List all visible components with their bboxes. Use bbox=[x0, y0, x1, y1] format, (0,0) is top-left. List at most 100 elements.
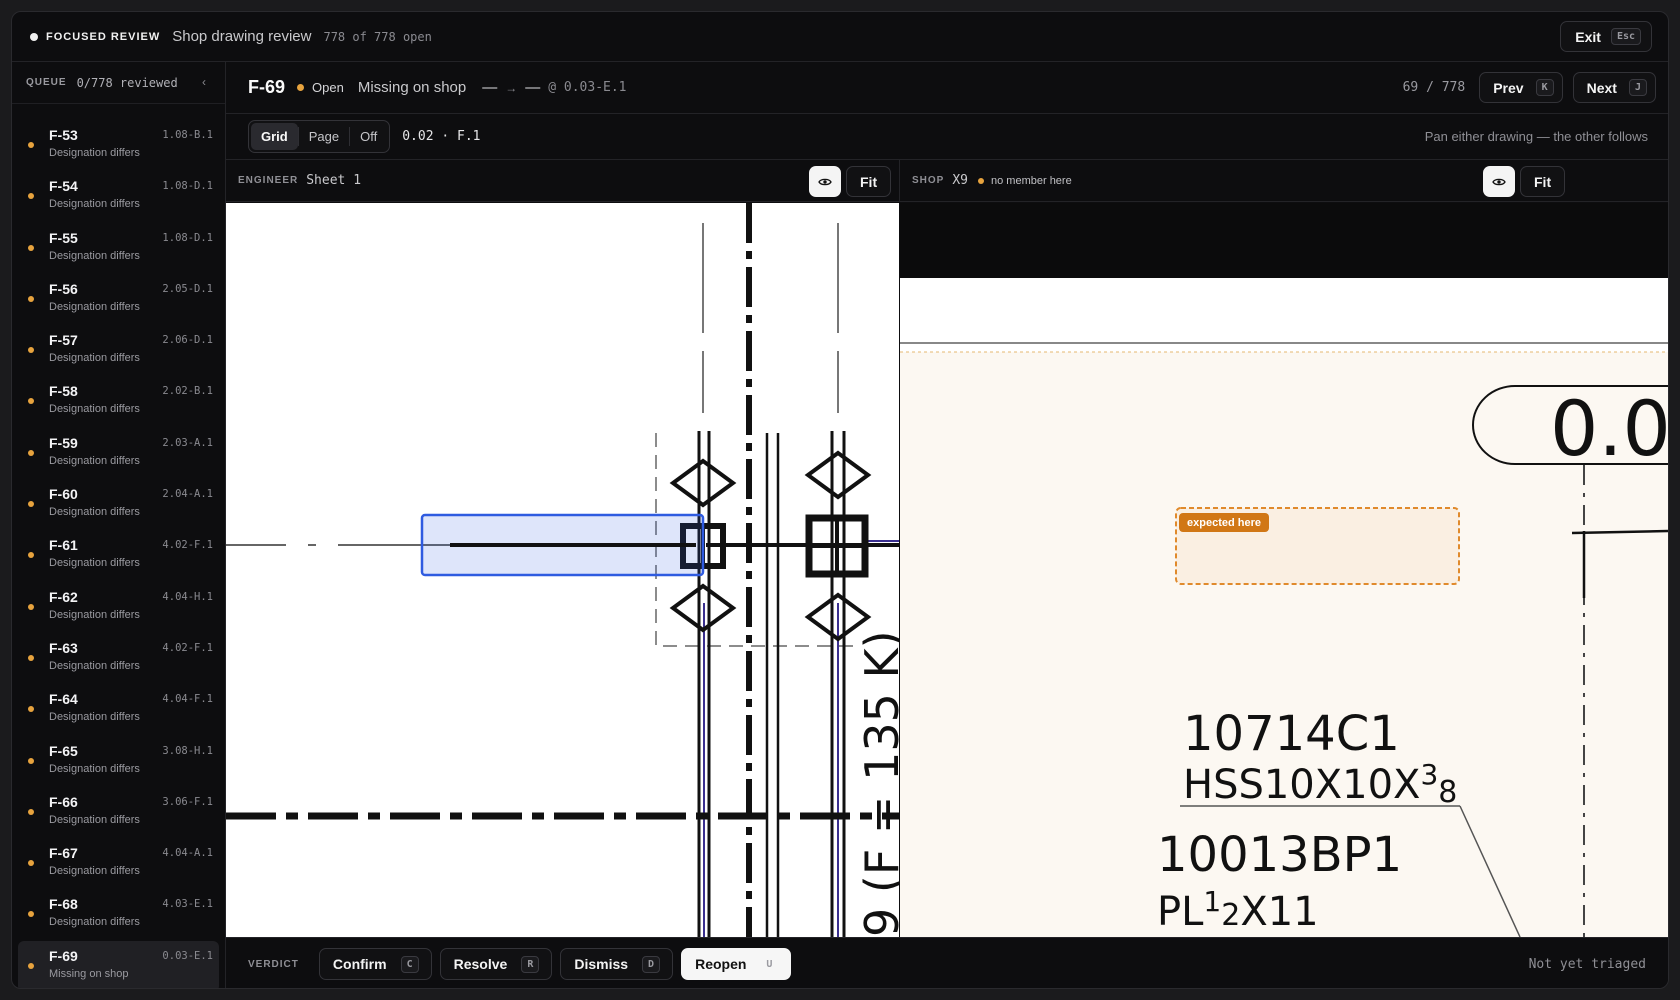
queue-item[interactable]: F-54 Designation differs 1.08-D.1 bbox=[18, 171, 219, 222]
pan-hint: Pan either drawing — the other follows bbox=[1424, 129, 1648, 144]
engineer-fit-button[interactable]: Fit bbox=[846, 166, 892, 197]
queue-item-description: Designation differs bbox=[49, 865, 140, 878]
mode-off-button[interactable]: Off bbox=[350, 123, 387, 150]
reopen-button[interactable]: Reopen U bbox=[681, 948, 792, 980]
queue-item-grid-ref: 3.06-F.1 bbox=[162, 795, 213, 808]
resolve-shortcut: R bbox=[521, 955, 540, 973]
engineer-drawing-canvas[interactable]: 9 (F = 135 K) bbox=[226, 203, 899, 937]
queue-item[interactable]: F-68 Designation differs 4.03-E.1 bbox=[18, 889, 219, 940]
queue-item-description: Designation differs bbox=[49, 506, 140, 519]
confirm-button[interactable]: Confirm C bbox=[318, 948, 432, 980]
status-dot bbox=[28, 142, 34, 148]
queue-item-id: F-64 bbox=[49, 691, 78, 708]
force-label: 9 (F = 135 K) bbox=[855, 630, 899, 937]
status-dot bbox=[28, 962, 34, 969]
status-dot bbox=[28, 449, 34, 456]
finding-id: F-69 bbox=[248, 77, 286, 97]
mode-page-button[interactable]: Page bbox=[299, 123, 349, 150]
queue-item-id: F-57 bbox=[49, 332, 78, 349]
queue-item[interactable]: F-69 Missing on shop 0.03-E.1 bbox=[18, 940, 219, 988]
queue-item-grid-ref: 2.06-D.1 bbox=[162, 334, 213, 347]
reopen-label: Reopen bbox=[695, 956, 747, 972]
queue-item-grid-ref: 4.02-F.1 bbox=[162, 641, 213, 654]
queue-item[interactable]: F-56 Designation differs 2.05-D.1 bbox=[18, 274, 219, 325]
queue-item-description: Designation differs bbox=[49, 352, 140, 365]
status-dot bbox=[28, 860, 34, 867]
queue-item[interactable]: F-65 Designation differs 3.08-H.1 bbox=[18, 736, 219, 787]
queue-item-grid-ref: 4.04-H.1 bbox=[162, 590, 213, 603]
queue-item[interactable]: F-53 Designation differs 1.08-B.1 bbox=[18, 120, 219, 171]
queue-item-id: F-69 bbox=[49, 947, 78, 964]
prev-button[interactable]: Prev K bbox=[1479, 72, 1563, 103]
finding-position: 69 / 778 bbox=[1402, 80, 1466, 95]
piece-mark-2: 10013BP1 bbox=[1157, 827, 1402, 883]
shop-fit-button[interactable]: Fit bbox=[1520, 166, 1566, 197]
queue-item-grid-ref: 1.08-D.1 bbox=[162, 231, 213, 244]
queue-item[interactable]: F-62 Designation differs 4.04-H.1 bbox=[18, 582, 219, 633]
finding-to: — bbox=[525, 79, 541, 96]
queue-item[interactable]: F-67 Designation differs 4.04-A.1 bbox=[18, 838, 219, 889]
mode-grid-button[interactable]: Grid bbox=[251, 123, 298, 150]
queue-item[interactable]: F-57 Designation differs 2.06-D.1 bbox=[18, 325, 219, 376]
resolve-button[interactable]: Resolve R bbox=[439, 948, 553, 980]
engineer-pane-header: ENGINEER Sheet 1 Fit bbox=[226, 160, 900, 202]
queue-item-description: Designation differs bbox=[49, 403, 140, 416]
status-dot bbox=[28, 244, 34, 251]
shop-pane-header: SHOP X9 no member here Fit bbox=[900, 160, 1668, 202]
open-count: 778 of 778 open bbox=[323, 29, 432, 44]
arrow-right-icon: → bbox=[505, 80, 518, 95]
queue-item-id: F-61 bbox=[49, 537, 78, 554]
status-dot bbox=[28, 706, 34, 713]
mode-label: FOCUSED REVIEW bbox=[46, 30, 161, 43]
dismiss-button[interactable]: Dismiss D bbox=[560, 948, 674, 980]
queue-item-grid-ref: 2.04-A.1 bbox=[162, 488, 213, 501]
shop-eye-toggle[interactable] bbox=[1483, 166, 1515, 197]
queue-item-id: F-68 bbox=[49, 896, 78, 913]
queue-item[interactable]: F-66 Designation differs 3.06-F.1 bbox=[18, 787, 219, 838]
queue-item-description: Designation differs bbox=[49, 659, 140, 672]
next-button[interactable]: Next J bbox=[1572, 72, 1656, 103]
queue-item-grid-ref: 2.05-D.1 bbox=[162, 282, 213, 295]
queue-label: QUEUE bbox=[26, 77, 67, 88]
queue-item[interactable]: F-58 Designation differs 2.02-B.1 bbox=[18, 376, 219, 427]
queue-item-description: Designation differs bbox=[49, 300, 140, 313]
expected-here-label: expected here bbox=[1187, 517, 1261, 529]
queue-item-id: F-56 bbox=[49, 280, 78, 297]
queue-item[interactable]: F-64 Designation differs 4.04-F.1 bbox=[18, 684, 219, 735]
queue-item-grid-ref: 1.08-D.1 bbox=[162, 180, 213, 193]
queue-item-grid-ref: 2.03-A.1 bbox=[162, 436, 213, 449]
queue-item-id: F-60 bbox=[49, 486, 78, 503]
finding-status: Open bbox=[312, 80, 344, 95]
engineer-eye-toggle[interactable] bbox=[809, 166, 841, 197]
queue-sidebar: QUEUE 0/778 reviewed ‹ F-53 Designation d… bbox=[12, 62, 226, 988]
queue-item[interactable]: F-61 Designation differs 4.02-F.1 bbox=[18, 530, 219, 581]
queue-item-description: Missing on shop bbox=[49, 967, 129, 980]
review-app: FOCUSED REVIEW Shop drawing review 778 o… bbox=[11, 11, 1669, 989]
confirm-label: Confirm bbox=[332, 956, 387, 972]
status-dot bbox=[28, 552, 34, 559]
queue-item-id: F-62 bbox=[49, 588, 78, 605]
diamond-symbol bbox=[804, 450, 872, 500]
queue-item-description: Designation differs bbox=[49, 454, 140, 467]
queue-item[interactable]: F-55 Designation differs 1.08-D.1 bbox=[18, 223, 219, 274]
verdict-bar: VERDICT Confirm C Resolve R Dismiss D Re… bbox=[226, 937, 1668, 988]
fit-label: Fit bbox=[860, 173, 878, 190]
fit-label: Fit bbox=[1534, 173, 1552, 190]
eye-icon bbox=[818, 178, 832, 185]
queue-item-grid-ref: 0.03-E.1 bbox=[162, 949, 213, 962]
chevron-left-icon[interactable]: ‹ bbox=[202, 75, 206, 89]
queue-item-id: F-53 bbox=[49, 127, 78, 143]
queue-item[interactable]: F-63 Designation differs 4.02-F.1 bbox=[18, 633, 219, 684]
finding-title: Missing on shop bbox=[357, 79, 467, 96]
queue-item[interactable]: F-60 Designation differs 2.04-A.1 bbox=[18, 479, 219, 530]
engineer-sheet-name: Sheet 1 bbox=[306, 173, 362, 188]
queue-item-id: F-59 bbox=[49, 434, 78, 451]
status-dot bbox=[28, 398, 34, 405]
shop-drawing-canvas[interactable]: 0.02 expected here 10714C1 HSS10X10X38 1… bbox=[900, 203, 1668, 937]
reopen-shortcut: U bbox=[760, 955, 779, 973]
finding-header: F-69 Open Missing on shop — → — @ 0.03-E… bbox=[226, 62, 1668, 114]
queue-item-description: Designation differs bbox=[49, 557, 140, 570]
exit-button[interactable]: Exit Esc bbox=[1560, 21, 1652, 52]
queue-item[interactable]: F-59 Designation differs 2.03-A.1 bbox=[18, 428, 219, 479]
queue-item-description: Designation differs bbox=[49, 916, 140, 929]
